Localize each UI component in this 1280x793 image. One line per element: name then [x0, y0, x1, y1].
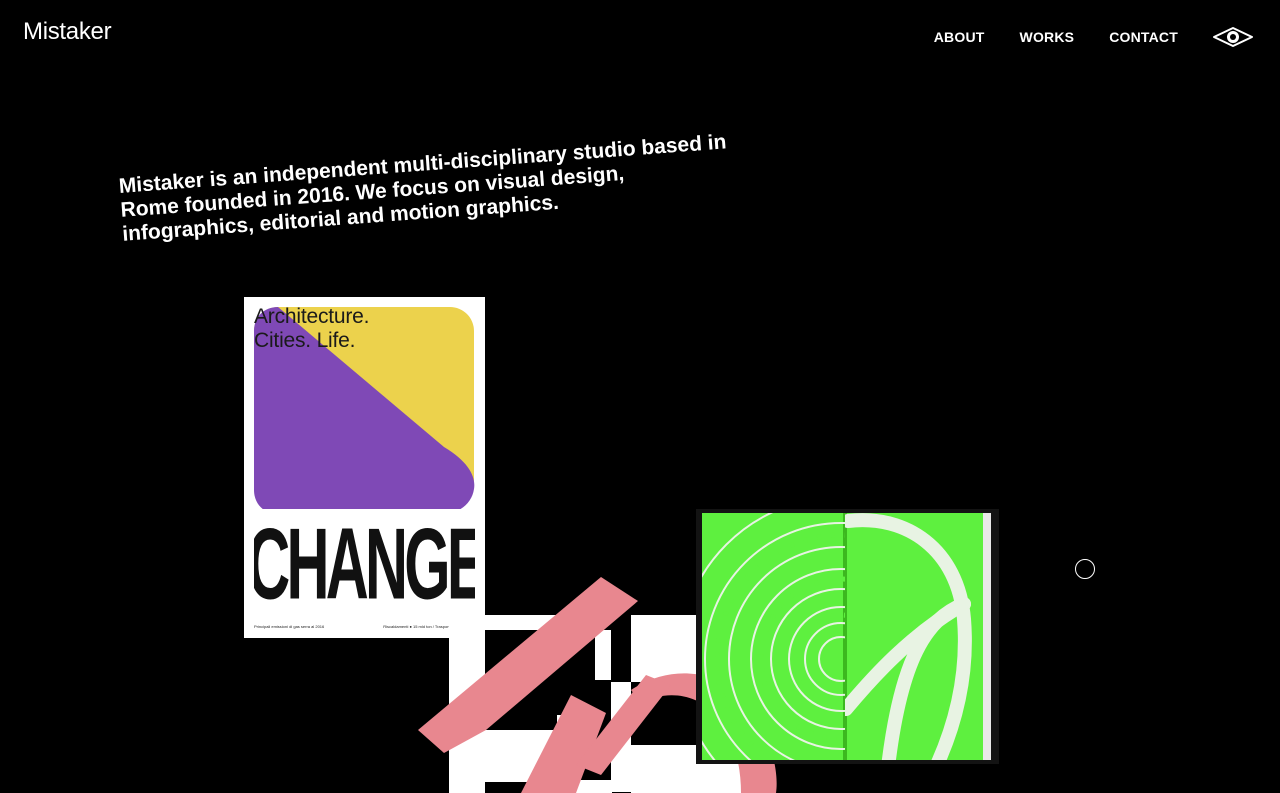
book-image[interactable] — [696, 509, 999, 764]
brand-logo[interactable]: Mistaker — [23, 18, 112, 46]
main-nav: ABOUT WORKS CONTACT — [934, 26, 1253, 48]
poster-headline-line-2: Cities. Life. — [254, 329, 356, 352]
book-shapes — [702, 513, 991, 760]
poster-footer-left: Principali emissioni di gas serra al 201… — [254, 624, 325, 629]
eye-icon[interactable] — [1213, 26, 1253, 48]
poster-headline-line-1: Architecture. — [254, 305, 370, 328]
cursor-circle — [1075, 559, 1095, 579]
nav-about-link[interactable]: ABOUT — [934, 28, 985, 46]
nav-contact-link[interactable]: CONTACT — [1109, 28, 1178, 46]
intro-text: Mistaker is an independent multi-discipl… — [118, 122, 841, 247]
nav-works-link[interactable]: WORKS — [1020, 28, 1075, 46]
poster-headline: Architecture. Cities. Life. — [254, 305, 369, 353]
